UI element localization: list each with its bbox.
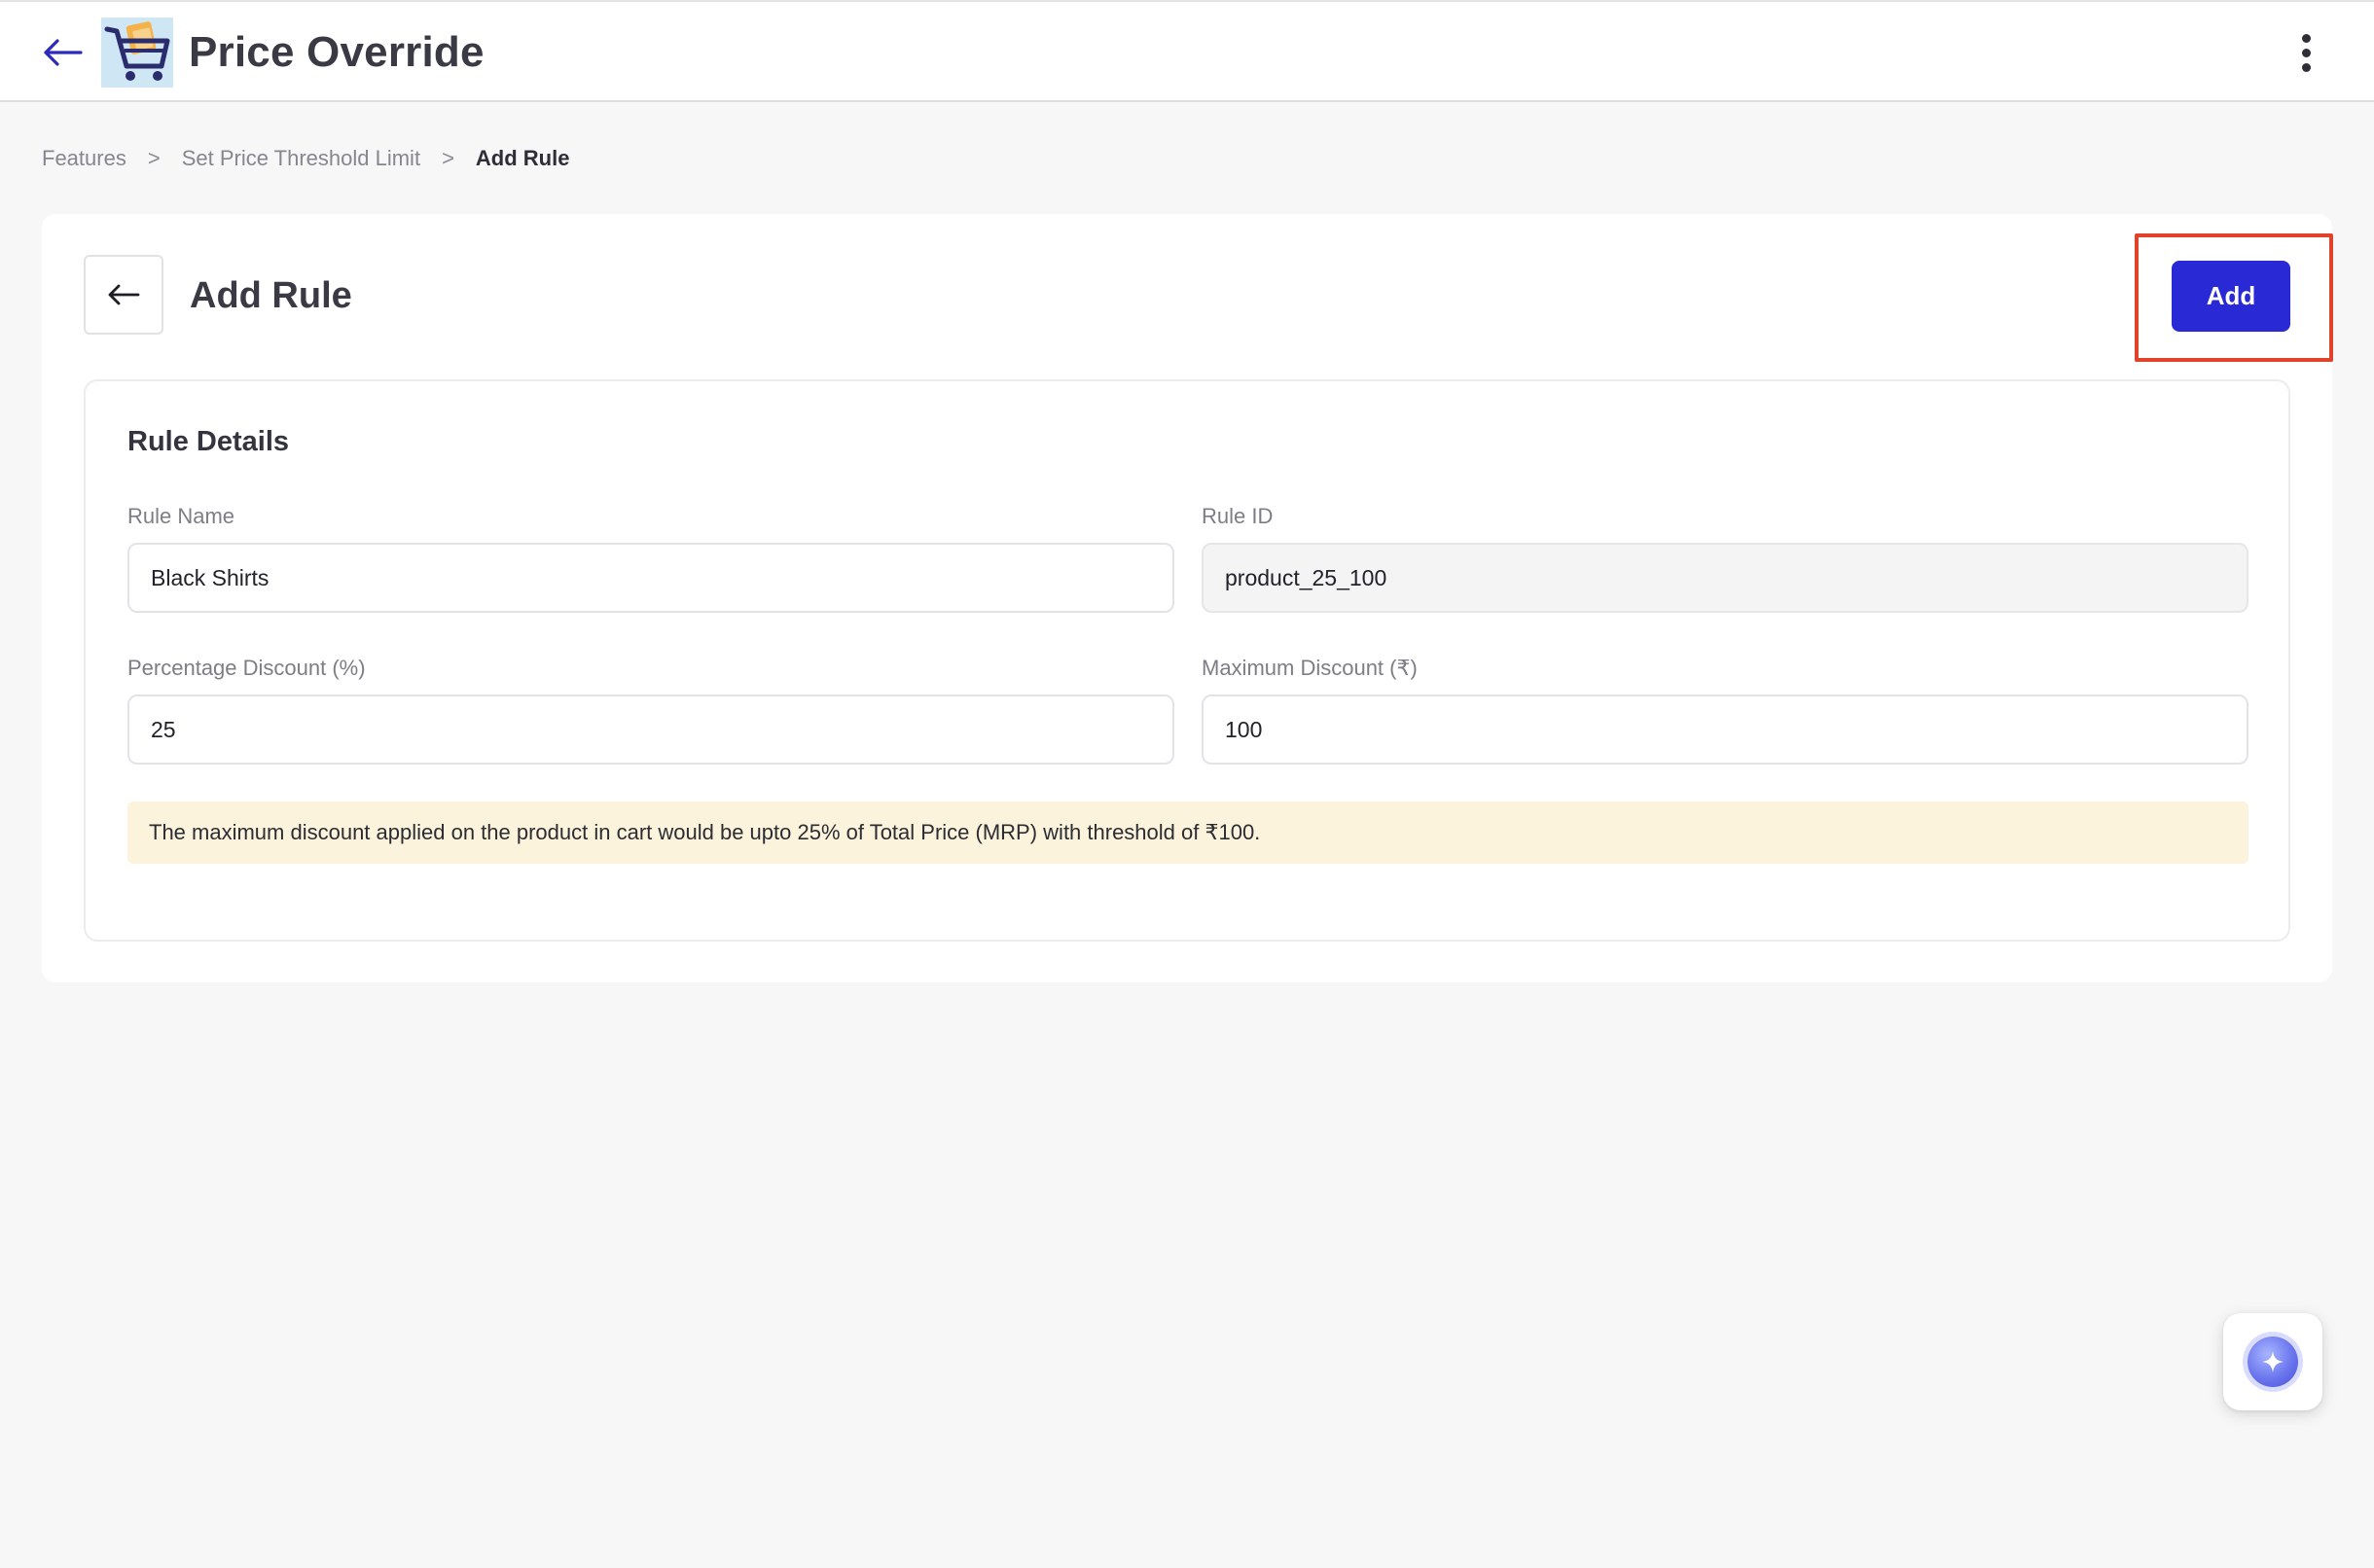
app-logo	[101, 18, 173, 88]
assistant-orb	[2248, 1336, 2298, 1387]
card-back-button[interactable]	[84, 255, 163, 335]
maximum-discount-field: Maximum Discount (₹) 100	[1202, 654, 2248, 765]
section-title: Rule Details	[127, 426, 289, 457]
app-header: Price Override	[0, 0, 2374, 102]
percentage-discount-label: Percentage Discount (%)	[127, 656, 366, 680]
page-title: Add Rule	[190, 275, 352, 316]
percentage-discount-input[interactable]: 25	[127, 695, 1174, 765]
more-menu-button[interactable]	[2286, 29, 2325, 76]
rule-name-field: Rule Name Black Shirts	[127, 502, 1174, 613]
back-button[interactable]	[39, 31, 86, 74]
maximum-discount-label: Maximum Discount (₹)	[1202, 656, 1418, 680]
breadcrumb-separator: >	[147, 146, 161, 170]
rule-id-field: Rule ID product_25_100	[1202, 502, 2248, 613]
breadcrumb-current: Add Rule	[475, 146, 570, 170]
add-button[interactable]: Add	[2172, 261, 2290, 332]
discount-info-note: The maximum discount applied on the prod…	[127, 802, 2248, 864]
rule-details-panel: Rule Details Rule Name Black Shirts Rule…	[84, 379, 2290, 942]
assistant-button[interactable]	[2223, 1313, 2322, 1410]
breadcrumb-set-price-threshold-limit[interactable]: Set Price Threshold Limit	[182, 146, 420, 171]
arrow-left-icon	[108, 284, 140, 305]
maximum-discount-input[interactable]: 100	[1202, 695, 2248, 765]
more-vertical-icon	[2301, 33, 2311, 43]
add-rule-card: Add Rule Add Rule Details Rule Name Blac…	[42, 214, 2333, 982]
breadcrumb: Features > Set Price Threshold Limit > A…	[42, 142, 569, 175]
percentage-discount-field: Percentage Discount (%) 25	[127, 654, 1174, 765]
rule-name-label: Rule Name	[127, 504, 235, 528]
shopping-cart-logo	[101, 18, 173, 88]
rule-name-input[interactable]: Black Shirts	[127, 543, 1174, 613]
sparkle-icon	[2262, 1351, 2284, 1372]
breadcrumb-features[interactable]: Features	[42, 146, 126, 171]
app-title: Price Override	[189, 28, 485, 76]
rule-id-label: Rule ID	[1202, 504, 1274, 528]
arrow-left-icon	[44, 39, 83, 66]
breadcrumb-separator: >	[442, 146, 454, 170]
rule-id-input: product_25_100	[1202, 543, 2248, 613]
